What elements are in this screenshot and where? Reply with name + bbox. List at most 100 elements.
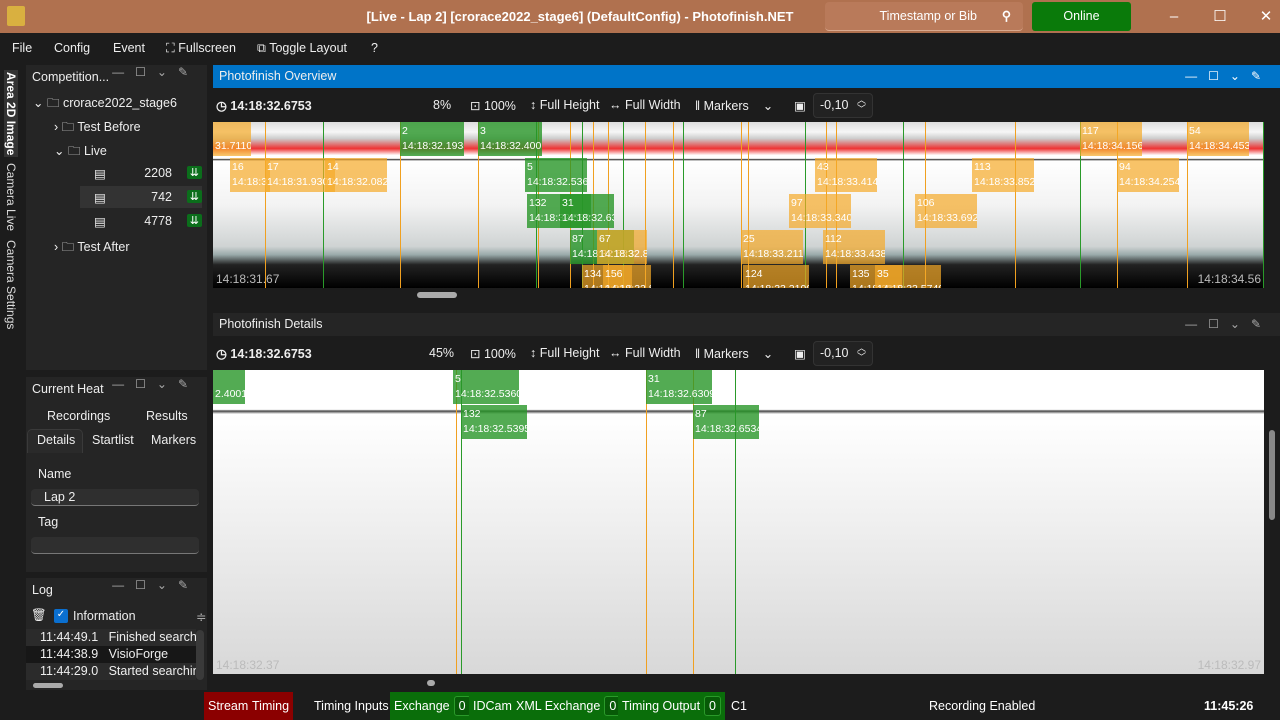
marker-2[interactable]: 2 14:18:32.1935 (400, 122, 464, 156)
marker-16[interactable]: 16 14:18:31 (230, 158, 270, 192)
marker-112[interactable]: 112 14:18:33.4380 (823, 230, 885, 264)
marker-5[interactable]: 5 14:18:32.5360 (525, 158, 587, 192)
xml-exchange-status[interactable]: XML Exchange 0 (512, 692, 626, 720)
side-tab-area-2d-image[interactable]: Area 2D Image (4, 70, 18, 158)
full-height-button[interactable]: ↕ Full Height (530, 346, 599, 360)
search-input[interactable]: Timestamp or Bib ⚲ (825, 2, 1023, 31)
full-width-button[interactable]: ↔ Full Width (609, 98, 681, 112)
marker-line[interactable] (646, 370, 647, 674)
marker-124[interactable]: 12414:18:33.2190 (743, 265, 809, 288)
log-row[interactable]: 11:44:29.0 Started searchin (26, 663, 196, 680)
marker-54[interactable]: 54 14:18:34.4530 (1187, 122, 1249, 156)
marker-14[interactable]: 14 14:18:32.0820 (325, 158, 387, 192)
tree-node-event[interactable]: ⌄ 🗀 crorace2022_stage6 (33, 94, 177, 115)
marker-113[interactable]: 113 14:18:33.8520 (972, 158, 1034, 192)
export-icon[interactable]: ▣ (794, 98, 806, 113)
information-checkbox[interactable]: ✓ (54, 609, 68, 623)
actual-size-button[interactable]: ⊡ 100% (470, 98, 516, 113)
log-row[interactable]: 11:44:38.9 VisioForge (26, 646, 196, 663)
close-button[interactable]: ✕ (1243, 0, 1280, 33)
tree-node-live[interactable]: ⌄ 🗀 Live (54, 142, 107, 163)
menu-fullscreen[interactable]: ⛶ Fullscreen (166, 41, 236, 56)
full-width-button[interactable]: ↔ Full Width (609, 346, 681, 360)
timing-status[interactable]: Timing (248, 692, 294, 720)
minimize-button[interactable]: – (1151, 0, 1197, 33)
menu-help[interactable]: ? (371, 41, 378, 55)
name-input[interactable]: Lap 2 (31, 489, 199, 506)
pane-controls[interactable]: —☐⌄✎ (112, 377, 199, 391)
online-status-button[interactable]: Online (dbnetsoft) (1032, 2, 1131, 52)
maximize-button[interactable]: ☐ (1197, 0, 1243, 33)
scroll-thumb[interactable] (1269, 430, 1275, 520)
marker-5[interactable]: 5 14:18:32.5360 (453, 370, 519, 404)
marker-117[interactable]: 117 14:18:34.1560 (1080, 122, 1142, 156)
tab-startlist[interactable]: Startlist (92, 433, 134, 447)
overview-horizontal-scrollbar[interactable] (213, 288, 1280, 302)
offset-spinner[interactable]: -0,10 ︿ ﹀ (813, 341, 873, 366)
tab-results[interactable]: Results (146, 409, 188, 423)
marker-94[interactable]: 94 14:18:34.2540 (1117, 158, 1179, 192)
menu-toggle-layout[interactable]: ⧉ Toggle Layout (257, 41, 347, 56)
markers-dropdown[interactable]: ‖ Markers ⌄ (695, 346, 773, 361)
tree-heat[interactable]: ▤ 4778 ⇊ (94, 214, 202, 229)
filter-icon[interactable]: ≑ (196, 609, 206, 624)
tab-recordings[interactable]: Recordings (47, 409, 110, 423)
side-tab-camera-live[interactable]: Camera Live (4, 163, 18, 231)
marker-line[interactable] (673, 122, 674, 288)
marker-line[interactable] (903, 122, 904, 288)
overview-image[interactable]: 14:18:31.67 14:18:34.56 31.7110 2 14:18:32… (213, 122, 1264, 288)
marker-partial[interactable]: 31.7110 (213, 122, 251, 156)
marker-line[interactable] (456, 370, 457, 674)
marker-line[interactable] (323, 122, 324, 288)
marker-43[interactable]: 43 14:18:33.4140 (815, 158, 877, 192)
details-zoom[interactable]: 45% (429, 346, 454, 360)
timing-output-status[interactable]: Timing Output 0 (618, 692, 725, 720)
log-horizontal-scrollbar[interactable] (33, 683, 63, 688)
marker-156[interactable]: 15614:18:32.8480 (603, 265, 651, 288)
pane-controls[interactable]: —☐⌄✎ (112, 65, 199, 79)
tree-node-test-after[interactable]: › 🗀 Test After (54, 238, 130, 259)
marker-line[interactable] (265, 122, 266, 288)
scroll-thumb[interactable] (427, 680, 435, 686)
menu-file[interactable]: File (12, 41, 32, 55)
details-horizontal-scrollbar[interactable] (213, 676, 1280, 690)
spinner-arrows-icon[interactable]: ︿ ﹀ (857, 344, 866, 362)
marker-31[interactable]: 31 14:18:32.6309 (560, 194, 614, 228)
tree-heat[interactable]: ▤ 742 ⇊ (94, 190, 202, 205)
pane-controls[interactable]: —☐⌄✎ (112, 578, 199, 592)
marker-line[interactable] (1015, 122, 1016, 288)
menu-event[interactable]: Event (113, 41, 145, 55)
log-row[interactable]: 11:44:49.1 Finished searchin (26, 629, 196, 646)
scroll-thumb[interactable] (417, 292, 457, 298)
tree-heat[interactable]: ▤ 2208 ⇊ (94, 166, 202, 181)
marker-25[interactable]: 25 14:18:33.2110 (741, 230, 803, 264)
marker-97[interactable]: 97 14:18:33.3400 (789, 194, 851, 228)
side-tab-camera-settings[interactable]: Camera Settings (4, 240, 18, 329)
tab-details[interactable]: Details (37, 433, 75, 447)
export-icon[interactable]: ▣ (794, 346, 806, 361)
marker-3[interactable]: 3 14:18:32.4001 (478, 122, 542, 156)
marker-87[interactable]: 87 14:18:32.6534 (693, 405, 759, 439)
marker-132[interactable]: 132 14:18:32.5395 (461, 405, 527, 439)
details-vertical-scrollbar[interactable] (1264, 370, 1280, 674)
pane-controls[interactable]: —☐⌄✎ (1185, 313, 1272, 336)
marker-67[interactable]: 67 14:18:32.8320 (597, 230, 647, 264)
tree-node-test-before[interactable]: › 🗀 Test Before (54, 118, 141, 139)
details-image[interactable]: 14:18:32.37 14:18:32.97 2.4001 5 14:18:32.… (213, 370, 1264, 674)
search-icon[interactable]: ⚲ (1002, 8, 1011, 23)
overview-vertical-scrollbar[interactable] (1264, 122, 1280, 288)
stream-status[interactable]: Stream (204, 692, 253, 720)
marker-106[interactable]: 106 14:18:33.6920 (915, 194, 977, 228)
marker-partial[interactable]: 2.4001 (213, 370, 245, 404)
log-vertical-scrollbar[interactable] (196, 630, 204, 680)
markers-dropdown[interactable]: ‖ Markers ⌄ (695, 98, 773, 113)
overview-zoom[interactable]: 8% (433, 98, 451, 112)
pane-controls[interactable]: —☐⌄✎ (1185, 65, 1272, 88)
trash-icon[interactable]: 🗑 (31, 608, 47, 623)
marker-31[interactable]: 31 14:18:32.6309 (646, 370, 712, 404)
offset-spinner[interactable]: -0,10 ︿ ﹀ (813, 93, 873, 118)
tab-markers[interactable]: Markers (151, 433, 196, 447)
full-height-button[interactable]: ↕ Full Height (530, 98, 599, 112)
tag-input[interactable] (31, 537, 199, 554)
marker-line[interactable] (683, 122, 684, 288)
